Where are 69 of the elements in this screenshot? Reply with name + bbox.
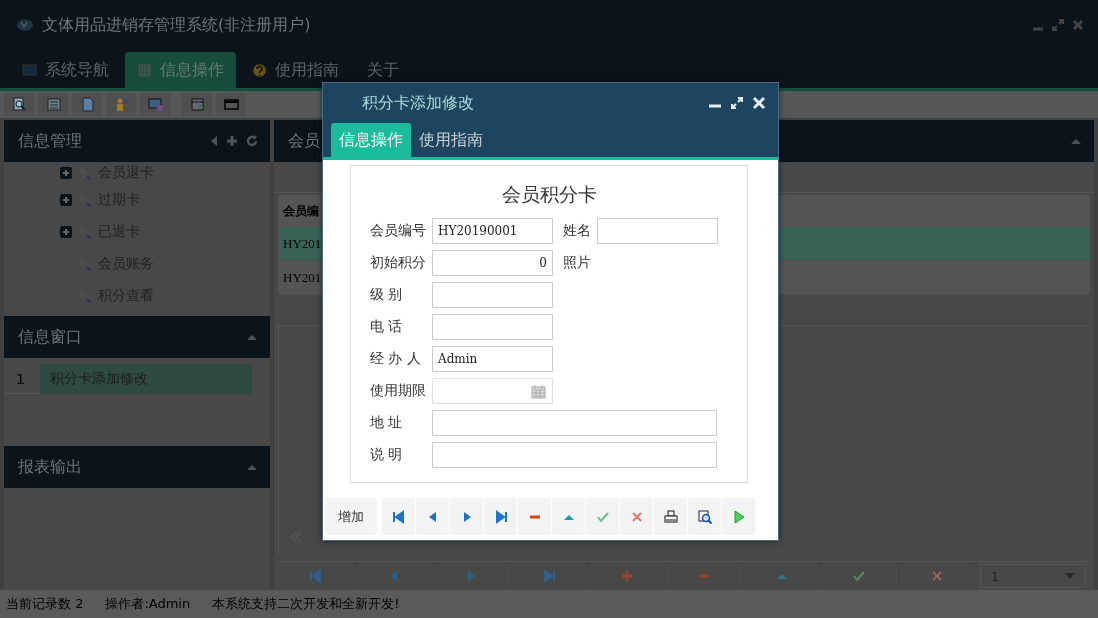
wand-icon [78, 166, 92, 180]
field-label: 使用期限 [370, 382, 427, 400]
field-label: 经 办 人 [370, 350, 422, 368]
list-icon[interactable] [45, 97, 61, 112]
check-icon[interactable] [852, 569, 867, 583]
input-field[interactable] [432, 442, 717, 468]
status-text: 本系统支持二次开发和全新开发! [212, 595, 400, 613]
expand-icon[interactable] [60, 194, 72, 206]
nav-tab[interactable]: 系统导航 [10, 52, 121, 88]
wand-icon [78, 225, 92, 239]
maximize-icon[interactable] [730, 96, 744, 110]
dropdown-caret-icon [1065, 573, 1076, 579]
monitor-icon [22, 62, 37, 78]
field-label: 电 话 [370, 318, 404, 336]
collapse-icon[interactable] [1070, 137, 1082, 145]
app-logo-icon [16, 18, 34, 32]
play-icon[interactable] [731, 509, 746, 524]
grid-icon [137, 62, 152, 78]
printer-icon[interactable] [663, 509, 678, 524]
window-title: 文体用品进销存管理系统(非注册用户) [42, 14, 312, 36]
field-label: 照片 [563, 254, 592, 272]
tab[interactable]: 信息操作 [331, 123, 411, 157]
field-label: 级 别 [370, 286, 404, 304]
dialog-title: 积分卡添加修改 [362, 92, 475, 114]
input-field[interactable] [432, 314, 553, 340]
input-field[interactable]: 0 [432, 250, 553, 276]
cross-icon[interactable] [929, 569, 944, 583]
window-icon[interactable] [189, 97, 205, 112]
nav-tab[interactable]: 信息操作 [125, 52, 236, 88]
window-icon[interactable] [223, 97, 239, 112]
expand-icon[interactable] [60, 226, 72, 238]
monitor-icon[interactable] [147, 97, 163, 112]
panel-title: 会员 [288, 130, 320, 152]
magnifier-icon[interactable] [697, 509, 712, 524]
document-icon[interactable] [79, 97, 95, 112]
add-button[interactable]: 增加 [325, 498, 377, 535]
refresh-icon[interactable] [246, 135, 258, 147]
calendar-icon[interactable] [531, 383, 546, 399]
search-icon[interactable] [11, 97, 27, 112]
plus-icon[interactable] [619, 569, 634, 583]
field-label: 初始积分 [370, 254, 427, 272]
collapse-left-icon[interactable] [210, 135, 218, 147]
status-text: 操作者:Admin [105, 595, 191, 613]
help-icon [252, 62, 267, 78]
first-page-icon[interactable] [391, 509, 406, 524]
wand-icon [78, 289, 92, 303]
input-field[interactable] [432, 410, 717, 436]
collapse-icon[interactable] [246, 463, 258, 471]
tab[interactable]: 使用指南 [411, 123, 491, 157]
field-label: 说 明 [370, 446, 404, 464]
cross-icon[interactable] [629, 509, 644, 524]
collapse-icon[interactable] [246, 333, 258, 341]
panel-title: 信息管理 [18, 130, 82, 152]
panel-title: 信息窗口 [18, 326, 82, 348]
expand-icon[interactable] [60, 167, 72, 179]
input-field[interactable] [432, 282, 553, 308]
nav-tab[interactable]: 关于 [355, 52, 411, 88]
wand-icon [78, 193, 92, 207]
input-field[interactable]: HY20190001 [432, 218, 553, 244]
status-text: 当前记录数 2 [6, 595, 84, 613]
add-icon[interactable] [226, 135, 238, 147]
field-label: 地 址 [370, 414, 404, 432]
wand-icon [78, 257, 92, 271]
input-field[interactable]: Admin [432, 346, 553, 372]
input-field[interactable] [597, 218, 718, 244]
date-field[interactable] [432, 378, 553, 404]
last-page-icon[interactable] [493, 509, 508, 524]
panel-title: 报表输出 [18, 456, 82, 478]
restore-icon[interactable] [1052, 19, 1064, 31]
